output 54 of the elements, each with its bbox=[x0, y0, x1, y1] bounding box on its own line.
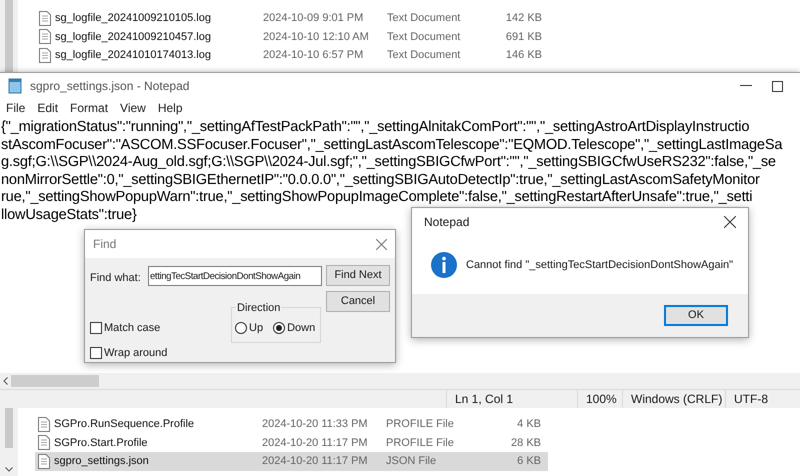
file-name: sgpro_settings.json bbox=[54, 454, 150, 469]
file-name: SGPro.Start.Profile bbox=[54, 436, 149, 450]
file-row[interactable]: sg_logfile_20241009210105.log 2024-10-09 9:01 PM Text Document 142 KB bbox=[36, 9, 549, 28]
file-date: 2024-10-20 11:17 PM bbox=[262, 436, 369, 450]
file-date: 2024-10-10 12:10 AM bbox=[263, 30, 370, 44]
file-size: 142 KB bbox=[504, 11, 542, 26]
radio-option[interactable]: Down bbox=[273, 320, 316, 336]
file-row[interactable]: SGPro.Start.Profile 2024-10-20 11:17 PM PROFILE File 28 KB bbox=[35, 434, 548, 452]
file-name: sg_logfile_20241009210105.log bbox=[55, 11, 212, 26]
menu-item[interactable]: Edit bbox=[37, 99, 58, 117]
text-line: llowUsageStats":true} bbox=[1, 206, 137, 225]
menu-item[interactable]: Help bbox=[158, 99, 183, 117]
field-label: Find what: bbox=[90, 271, 141, 286]
file-size: 4 KB bbox=[516, 417, 541, 432]
text-line: stAscomFocuser":"ASCOM.SSFocuser.Focuser","_settingLastAscomTelescope":"EQMOD.Telescope","_settingLastImageSa bbox=[1, 136, 782, 154]
file-name: sg_logfile_20241010174013.log bbox=[55, 48, 212, 63]
checkbox-option[interactable]: Match case bbox=[90, 320, 168, 336]
file-date: 2024-10-20 11:33 PM bbox=[262, 417, 369, 432]
find-what-field[interactable]: ettingTecStartDecisionDontShowAgain bbox=[148, 266, 322, 286]
dialog-title: Notepad bbox=[424, 214, 470, 231]
text-line: {"_migrationStatus":"running","_settingAfTestPackPath":"","_settingAlnitakComPort":"","_settingAstroArtDisplayInstructio bbox=[1, 119, 750, 137]
menu-item[interactable]: View bbox=[120, 99, 146, 117]
file-type: PROFILE File bbox=[386, 436, 455, 450]
file-type: Text Document bbox=[387, 48, 462, 63]
file-name: sg_logfile_20241009210457.log bbox=[55, 30, 212, 44]
file-type: PROFILE File bbox=[386, 417, 455, 432]
dialog-button[interactable]: Cancel bbox=[326, 291, 390, 312]
radio-option[interactable]: Up bbox=[231, 320, 264, 336]
file-size: 28 KB bbox=[510, 436, 541, 450]
message-text: Cannot find "_settingTecStartDecisionDontShowAgain" bbox=[466, 258, 734, 273]
file-name: SGPro.RunSequence.Profile bbox=[54, 417, 196, 432]
file-date: 2024-10-09 9:01 PM bbox=[263, 11, 364, 26]
dialog-title: Find bbox=[93, 236, 116, 253]
dialog-button[interactable]: Find Next bbox=[326, 265, 390, 286]
file-row[interactable]: sgpro_settings.json 2024-10-20 11:17 PM JSON File 6 KB bbox=[35, 452, 548, 470]
file-type: Text Document bbox=[387, 11, 462, 26]
file-date: 2024-10-20 11:17 PM bbox=[262, 454, 369, 469]
file-row[interactable]: sg_logfile_20241009210457.log 2024-10-10 12:10 AM Text Document 691 KB bbox=[36, 28, 549, 46]
menu-item[interactable]: File bbox=[6, 99, 26, 117]
file-row[interactable]: SGPro.RunSequence.Profile 2024-10-20 11:33 PM PROFILE File 4 KB bbox=[35, 415, 548, 434]
file-size: 6 KB bbox=[516, 454, 541, 469]
file-type: JSON File bbox=[386, 454, 438, 469]
ok-button[interactable]: OK bbox=[664, 305, 728, 326]
text-line: nonMirrorSettle":0,"_settingSBIGEthernetIP":"0.0.0.0","_settingSBIGAutoDetectIp":true,"_settingLastAscomSafetyMonitor bbox=[1, 172, 760, 190]
menu-item[interactable]: Format bbox=[70, 99, 108, 117]
text-line: rue,"_settingShowPopupWarn":true,"_settingShowPopupImageComplete":false,"_settingRestartAfterUnsafe":true,"_setti bbox=[1, 189, 752, 207]
file-date: 2024-10-10 6:57 PM bbox=[263, 48, 364, 63]
window-title: sgpro_settings.json - Notepad bbox=[30, 78, 190, 95]
file-type: Text Document bbox=[387, 30, 462, 44]
file-size: 146 KB bbox=[504, 48, 542, 63]
checkbox-option[interactable]: Wrap around bbox=[90, 344, 168, 361]
file-size: 691 KB bbox=[504, 30, 542, 44]
file-row[interactable]: sg_logfile_20241010174013.log 2024-10-10 6:57 PM Text Document 146 KB bbox=[36, 46, 549, 64]
text-line: g.sgf;G:\\SGP\\2024-Aug_old.sgf;G:\\SGP\\2024-Jul.sgf;","_settingSBIGCfwPort":"","_settingSBIGCfwUseRS232":false,"_se bbox=[1, 154, 776, 172]
